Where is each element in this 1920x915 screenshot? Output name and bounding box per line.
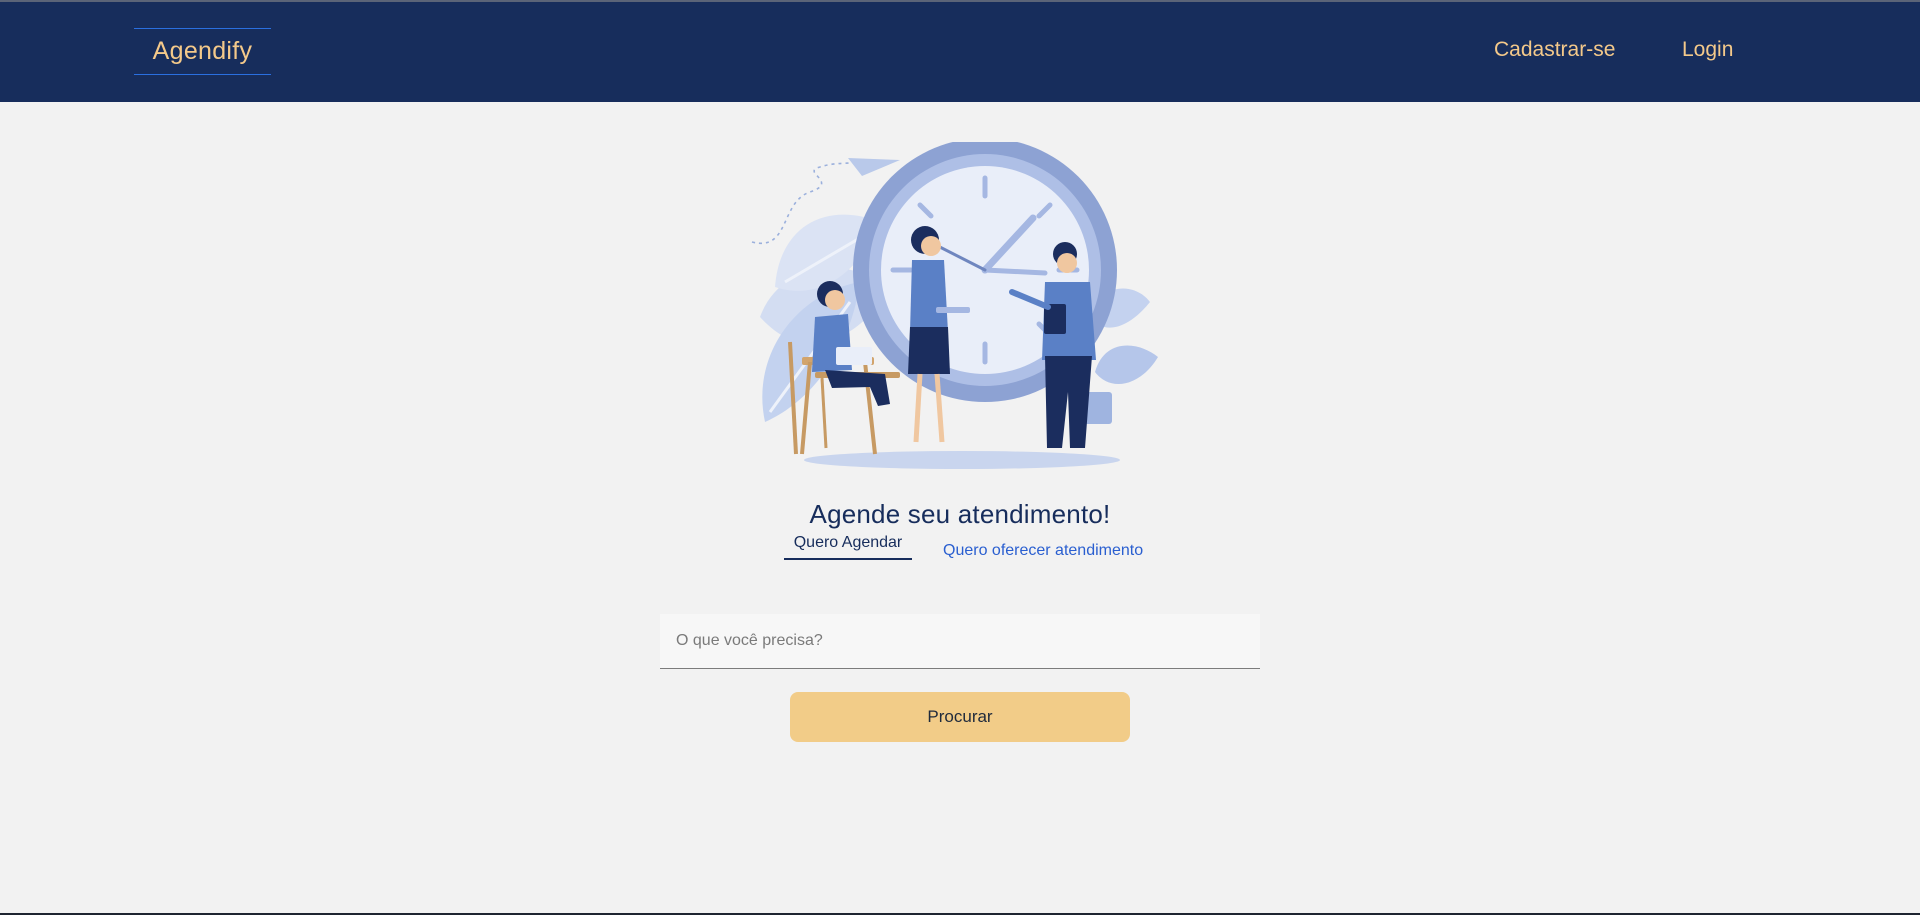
search-field-container [660,614,1260,669]
search-button[interactable]: Procurar [790,692,1130,742]
page-title: Agende seu atendimento! [809,499,1111,529]
app-window: Agendify Cadastrar-se Login Agende seu a… [0,0,1920,915]
tab-quero-agendar[interactable]: Quero Agendar [784,534,912,560]
register-link[interactable]: Cadastrar-se [1494,38,1615,62]
tab-quero-oferecer-atendimento[interactable]: Quero oferecer atendimento [943,542,1143,560]
scheduling-illustration [751,142,1158,469]
top-navbar: Agendify Cadastrar-se Login [0,2,1920,102]
search-input[interactable] [660,614,1260,668]
login-link[interactable]: Login [1682,38,1733,62]
brand-logo-link[interactable]: Agendify [134,28,271,75]
